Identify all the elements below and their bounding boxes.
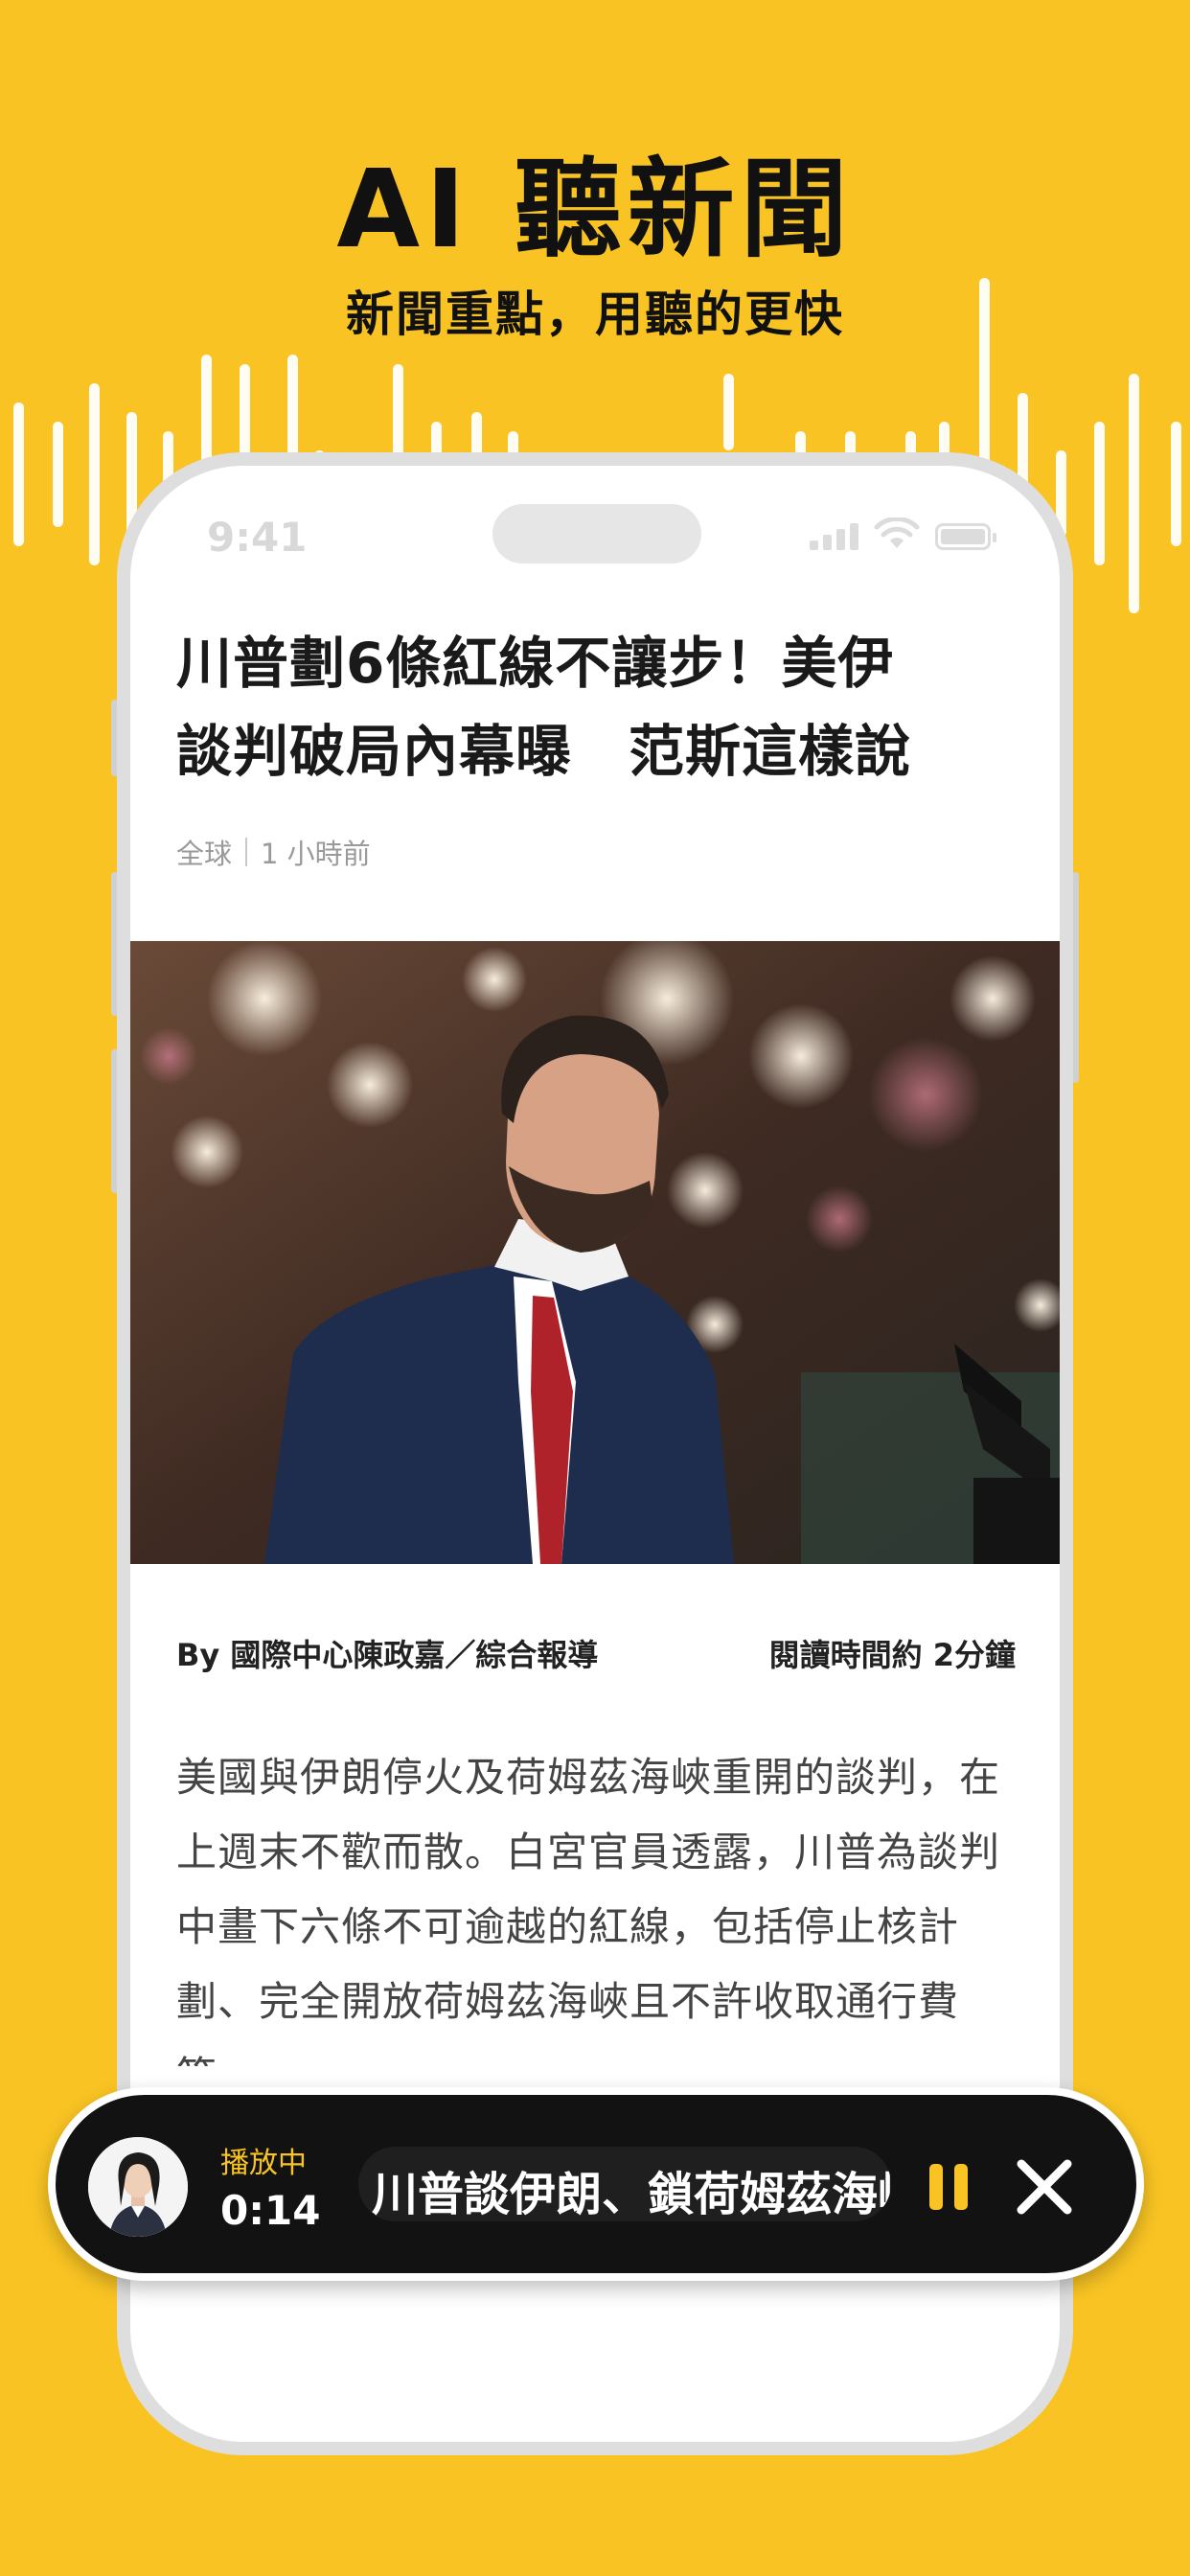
dynamic-island bbox=[492, 504, 701, 564]
battery-icon bbox=[935, 523, 996, 550]
article-byline-row: By 國際中心陳政嘉／綜合報導 閱讀時間約 2分鐘 bbox=[176, 1631, 1016, 1675]
promo-headline: AI 聽新聞 bbox=[336, 148, 854, 272]
waveform-bar bbox=[1129, 374, 1139, 613]
waveform-bar bbox=[13, 402, 24, 546]
player-elapsed-time: 0:14 bbox=[220, 2187, 321, 2234]
article-body: 美國與伊朗停火及荷姆茲海峽重開的談判，在上週末不歡而散。白宮官員透露，川普為談判… bbox=[176, 1754, 1001, 2066]
signal-icon bbox=[810, 523, 858, 550]
player-title-marquee[interactable]: 川普談伊朗、鎖荷姆茲海峽 bbox=[358, 2147, 891, 2221]
article-photo bbox=[130, 941, 1060, 1564]
waveform-bar bbox=[1094, 422, 1105, 565]
waveform-bar bbox=[393, 364, 403, 460]
article-category[interactable]: 全球 bbox=[176, 832, 232, 872]
article-read-time: 閱讀時間約 2分鐘 bbox=[768, 1637, 1016, 1673]
waveform-bar bbox=[89, 383, 100, 565]
status-icons bbox=[810, 518, 996, 550]
waveform-bar bbox=[723, 374, 734, 450]
pause-icon bbox=[929, 2164, 943, 2210]
pause-button[interactable] bbox=[924, 2158, 981, 2216]
narrator-avatar bbox=[88, 2137, 188, 2237]
close-icon bbox=[1017, 2159, 1072, 2215]
close-button[interactable] bbox=[1014, 2156, 1075, 2218]
article-time: 1 小時前 bbox=[261, 838, 371, 870]
player-status: 播放中 bbox=[220, 2147, 307, 2180]
article-title: 川普劃6條紅線不讓步！美伊 談判破局內幕曝 范斯這樣說 bbox=[176, 631, 912, 784]
wifi-icon bbox=[874, 518, 920, 548]
meta-divider bbox=[245, 838, 248, 866]
pause-icon bbox=[954, 2164, 968, 2210]
article-meta: 全球 1 小時前 bbox=[176, 832, 371, 872]
article-author: By 國際中心陳政嘉／綜合報導 bbox=[176, 1637, 599, 1673]
audio-player-bar[interactable]: 播放中 0:14 川普談伊朗、鎖荷姆茲海峽 bbox=[48, 2087, 1144, 2281]
waveform-bar bbox=[1171, 422, 1181, 546]
waveform-bar bbox=[53, 422, 63, 527]
status-time: 9:41 bbox=[207, 514, 308, 561]
player-track-title: 川普談伊朗、鎖荷姆茲海峽 bbox=[372, 2168, 891, 2221]
